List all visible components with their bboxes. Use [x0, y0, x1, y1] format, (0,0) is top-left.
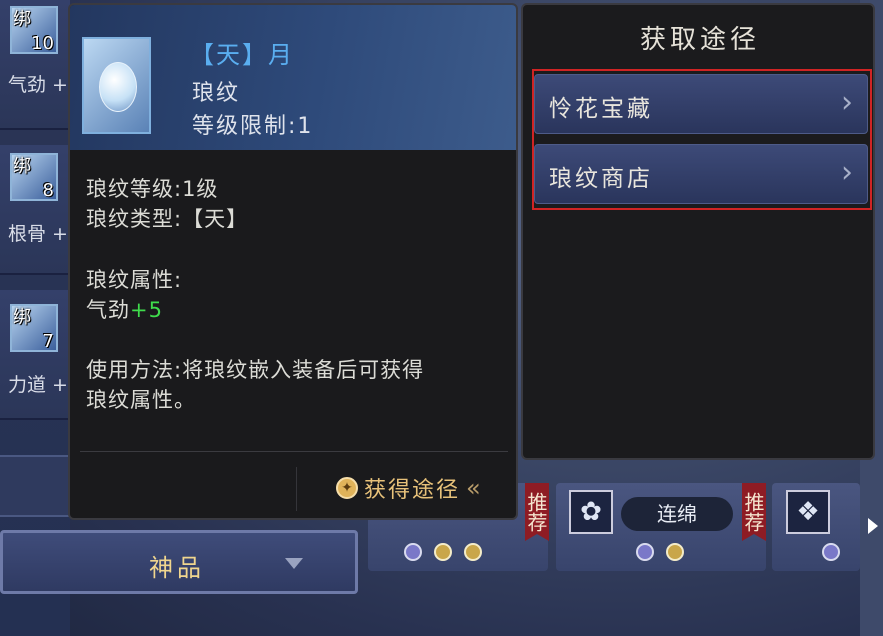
usage-line: 琅纹属性。	[86, 388, 196, 412]
quality-dot	[434, 543, 452, 561]
attribute-header: 琅纹属性:	[86, 268, 183, 292]
divider	[296, 467, 297, 511]
inventory-item[interactable]: 绑 8 根骨 +	[0, 145, 70, 275]
jade-pendant-icon	[99, 62, 137, 112]
double-chevron-icon: «	[466, 474, 481, 502]
route-label: 琅纹商店	[549, 166, 653, 192]
attribute-line: 气劲+5	[86, 294, 163, 324]
quality-dot	[666, 543, 684, 561]
obtain-route-label: 获得途径	[364, 478, 461, 503]
item-type: 琅纹	[192, 81, 241, 106]
grade-line: 琅纹等级:1级	[86, 177, 219, 201]
chevron-right-icon: ›	[841, 85, 853, 120]
quality-dot	[822, 543, 840, 561]
item-quantity: 7	[42, 331, 54, 352]
route-label: 怜花宝藏	[549, 96, 653, 122]
inventory-item[interactable]: 绑 10 气劲 +	[0, 0, 70, 130]
lang-wen-item-icon: 绑 8	[10, 153, 58, 201]
lang-wen-item-icon: 绑 7	[10, 304, 58, 352]
item-tooltip: 【天】月 琅纹 等级限制:1 琅纹等级:1级 琅纹类型:【天】 琅纹属性: 气劲…	[68, 3, 518, 520]
recommend-tag: 推荐	[742, 483, 766, 541]
flower-skill-icon: ✿	[569, 490, 613, 534]
acquisition-panel: 获取途径 怜花宝藏 › 琅纹商店 ›	[521, 3, 875, 460]
usage-line: 使用方法:将琅纹嵌入装备后可获得	[86, 358, 425, 382]
obtain-route-button[interactable]: ✦ 获得途径 «	[336, 471, 481, 505]
bind-tag: 绑	[13, 307, 31, 328]
quality-dot	[636, 543, 654, 561]
recommend-tag: 推荐	[525, 483, 549, 541]
coin-icon: ✦	[336, 477, 358, 499]
dropdown-arrow-icon	[285, 558, 303, 569]
item-quantity: 8	[42, 180, 54, 201]
bind-tag: 绑	[13, 9, 31, 30]
type-line: 琅纹类型:【天】	[86, 207, 249, 231]
skill-name: 连绵	[621, 497, 733, 531]
lang-wen-item-icon: 绑 10	[10, 6, 58, 54]
item-stat-label: 气劲 +	[8, 74, 68, 96]
item-stat-label: 根骨 +	[8, 223, 68, 245]
level-limit: 等级限制:1	[192, 114, 314, 139]
next-page-arrow-icon[interactable]	[868, 518, 878, 534]
item-stat-label: 力道 +	[8, 374, 68, 396]
panel-title: 获取途径	[639, 25, 760, 55]
tooltip-header: 【天】月 琅纹 等级限制:1	[70, 5, 516, 150]
grade-filter-dropdown[interactable]: 神品	[0, 530, 358, 594]
filter-button[interactable]	[0, 455, 70, 517]
fish-skill-icon: ❖	[786, 490, 830, 534]
inventory-item[interactable]: 绑 7 力道 +	[0, 290, 70, 420]
item-title: 【天】月	[190, 41, 294, 69]
item-icon	[82, 37, 151, 134]
quality-dot	[464, 543, 482, 561]
route-item-lianhua-treasure[interactable]: 怜花宝藏 ›	[534, 74, 868, 134]
bind-tag: 绑	[13, 156, 31, 177]
chevron-right-icon: ›	[841, 155, 853, 190]
attribute-value: +5	[130, 298, 163, 322]
attribute-name: 气劲	[86, 298, 130, 322]
grade-filter-value: 神品	[149, 554, 205, 582]
route-item-langwen-shop[interactable]: 琅纹商店 ›	[534, 144, 868, 204]
divider	[80, 451, 508, 452]
quality-dot	[404, 543, 422, 561]
item-quantity: 10	[31, 33, 54, 54]
